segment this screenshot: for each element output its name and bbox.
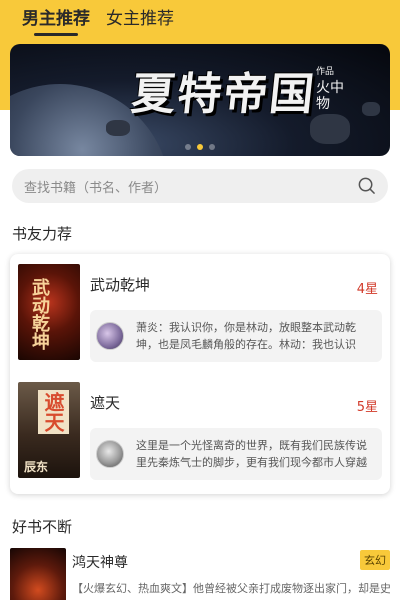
section-title-recommend: 书友力荐 — [12, 225, 73, 243]
banner-rock — [310, 114, 350, 144]
banner-author-name: 火中物 — [316, 80, 344, 112]
banner-rock — [106, 120, 130, 136]
banner-title: 夏特帝国 — [128, 69, 319, 120]
quote-text: 萧炎：我认识你，你是林动，放眼整本武动乾坤，也是凤毛麟角般的存在。林动：我也认识… — [136, 321, 356, 351]
cover-title: 武动乾坤 — [29, 278, 50, 350]
book-rating: 4星 — [356, 282, 378, 297]
cover-title: 遮天 — [38, 390, 69, 434]
book-rating: 5星 — [356, 400, 378, 415]
tab-male-recommend[interactable]: 男主推荐 — [22, 4, 90, 36]
banner-carousel[interactable]: 夏特帝国 作品 火中物 — [10, 44, 390, 156]
book-quote: 这里是一个光怪离奇的世界，既有我们民族传说里先秦炼气士的脚步，更有我们现今都市人… — [90, 428, 382, 480]
quote-text: 这里是一个光怪离奇的世界，既有我们民族传说里先秦炼气士的脚步，更有我们现今都市人… — [136, 439, 367, 469]
book-cover: 武动乾坤 — [18, 264, 80, 360]
book-title: 遮天 — [90, 394, 121, 412]
banner-dot-active[interactable] — [197, 144, 203, 150]
cover-author: 辰东 — [24, 460, 49, 474]
recommend-item[interactable]: 武动乾坤 武动乾坤 4星 萧炎：我认识你，你是林动，放眼整本武动乾坤，也是凤毛麟… — [18, 264, 382, 364]
recommend-item[interactable]: 遮天 辰东 遮天 5星 这里是一个光怪离奇的世界，既有我们民族传说里先秦炼气士的… — [18, 382, 382, 482]
book-description: 【火爆玄幻、热血爽文】他曾经被父亲打成废物逐出家门，却是史上 — [72, 582, 390, 595]
book-title: 鸿天神尊 — [72, 555, 128, 571]
banner-author: 作品 火中物 — [316, 64, 346, 112]
banner-author-tag: 作品 — [316, 67, 335, 77]
avatar — [96, 440, 124, 468]
search-bar[interactable]: 查找书籍（书名、作者） — [12, 169, 388, 203]
recommend-card: 武动乾坤 武动乾坤 4星 萧炎：我认识你，你是林动，放眼整本武动乾坤，也是凤毛麟… — [10, 254, 390, 494]
banner-dot[interactable] — [185, 144, 191, 150]
book-cover: 遮天 辰东 — [18, 382, 80, 478]
banner-pagination — [10, 144, 390, 150]
banner-dot[interactable] — [209, 144, 215, 150]
section-title-good-books: 好书不断 — [12, 518, 73, 536]
genre-badge: 玄幻 — [360, 550, 390, 570]
banner-rock — [362, 102, 380, 116]
top-tabs: 男主推荐 女主推荐 — [0, 0, 400, 38]
book-cover — [10, 548, 66, 600]
tab-female-recommend[interactable]: 女主推荐 — [106, 4, 174, 34]
book-quote: 萧炎：我认识你，你是林动，放眼整本武动乾坤，也是凤毛麟角般的存在。林动：我也认识… — [90, 310, 382, 362]
list-item[interactable]: 鸿天神尊 玄幻 【火爆玄幻、热血爽文】他曾经被父亲打成废物逐出家门，却是史上 — [10, 548, 390, 600]
search-icon[interactable] — [357, 176, 376, 195]
book-title: 武动乾坤 — [90, 276, 151, 294]
search-placeholder: 查找书籍（书名、作者） — [24, 180, 168, 196]
avatar — [96, 322, 124, 350]
